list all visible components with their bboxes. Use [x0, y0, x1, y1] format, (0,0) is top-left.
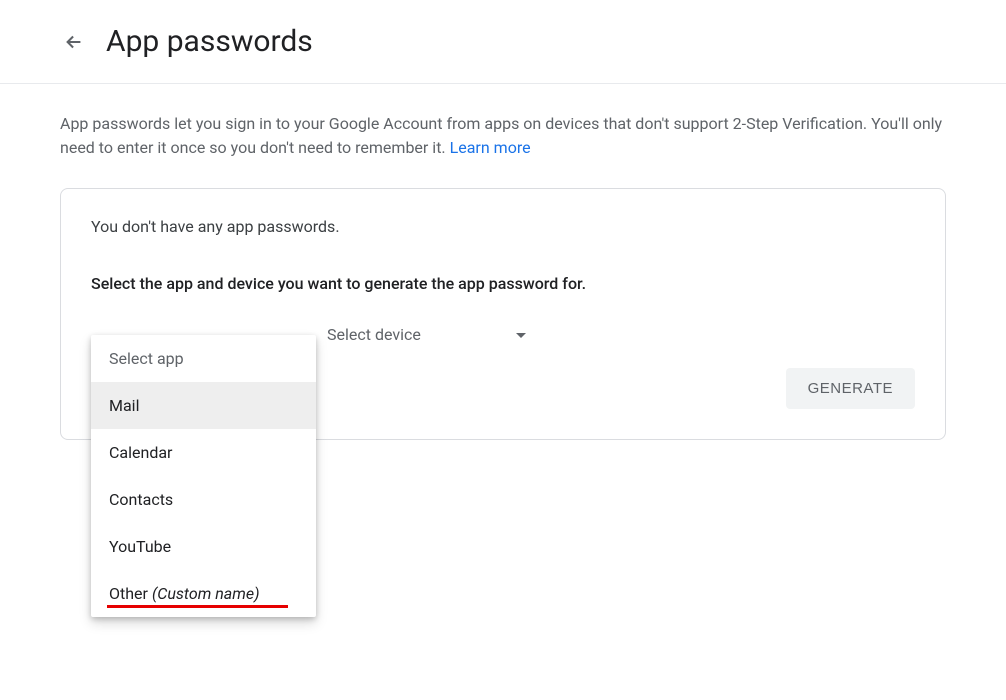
- dropdown-option-calendar[interactable]: Calendar: [91, 429, 316, 476]
- no-passwords-text: You don't have any app passwords.: [91, 217, 915, 236]
- dropdown-placeholder: Select app: [91, 335, 316, 382]
- dropdown-option-other-suffix: (Custom name): [152, 584, 260, 603]
- caret-down-icon: [515, 325, 527, 344]
- select-device-label: Select device: [327, 325, 421, 344]
- dropdown-option-youtube[interactable]: YouTube: [91, 523, 316, 570]
- select-prompt-text: Select the app and device you want to ge…: [91, 274, 915, 293]
- page-title: App passwords: [106, 24, 313, 59]
- dropdown-option-contacts[interactable]: Contacts: [91, 476, 316, 523]
- description-text: App passwords let you sign in to your Go…: [60, 112, 946, 160]
- select-device-dropdown[interactable]: Select device: [327, 321, 527, 348]
- page-header: App passwords: [0, 0, 1006, 84]
- app-passwords-card: You don't have any app passwords. Select…: [60, 188, 946, 440]
- back-arrow-icon[interactable]: [62, 30, 86, 54]
- highlight-underline: [107, 605, 288, 608]
- generate-button[interactable]: GENERATE: [786, 368, 915, 409]
- dropdown-option-other[interactable]: Other (Custom name): [91, 570, 316, 617]
- select-app-dropdown-menu: Select app Mail Calendar Contacts YouTub…: [91, 335, 316, 617]
- dropdown-option-mail[interactable]: Mail: [91, 382, 316, 429]
- content-area: App passwords let you sign in to your Go…: [0, 84, 1006, 440]
- learn-more-link[interactable]: Learn more: [450, 138, 531, 157]
- dropdown-option-other-label: Other: [109, 584, 152, 603]
